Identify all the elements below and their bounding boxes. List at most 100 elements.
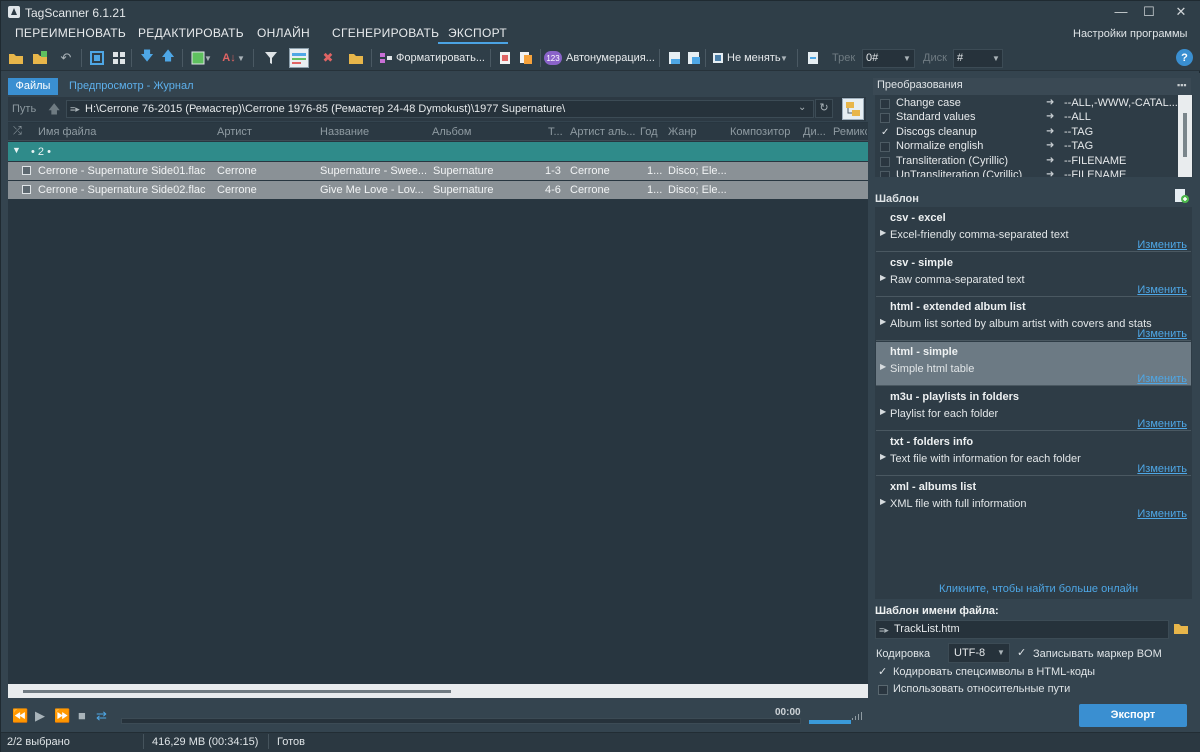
track-number-icon[interactable] [803,48,823,68]
case-icon[interactable] [495,48,515,68]
edit-template-link[interactable]: Изменить [1137,328,1187,340]
group-row[interactable] [8,142,868,161]
conversion-checkbox[interactable] [880,157,890,167]
edit-template-link[interactable]: Изменить [1137,463,1187,475]
refresh-icon[interactable]: ↻ [815,99,833,118]
template-item-selected[interactable]: html - simple ▶ Simple html table Измени… [876,342,1191,386]
column-header-artist[interactable]: Артист [217,126,252,138]
play-icon[interactable]: ▶ [35,708,45,724]
find-more-online-link[interactable]: Кликните, чтобы найти больше онлайн [939,583,1138,595]
conversion-checkbox[interactable] [880,113,890,123]
template-item[interactable]: txt - folders info ▶ Text file with info… [876,432,1191,476]
tab-rename[interactable]: ПЕРЕИМЕНОВАТЬ [15,26,126,40]
repeat-icon[interactable]: ⇄ [96,708,107,724]
browse-folder-icon[interactable] [1173,621,1189,638]
open-folder-icon[interactable] [6,48,26,68]
move-down-icon[interactable]: 🡇 [137,48,157,68]
edit-template-link[interactable]: Изменить [1137,418,1187,430]
encoding-chevron-icon[interactable]: ▼ [997,648,1005,657]
expand-arrow-icon[interactable]: ▶ [880,362,886,371]
edit-template-link[interactable]: Изменить [1137,284,1187,296]
conversion-item[interactable]: ✓ Discogs cleanup ➜ --TAG [875,126,1175,140]
column-header-filename[interactable]: Имя файла [38,126,96,138]
format-icon[interactable] [376,48,396,68]
tab-edit[interactable]: РЕДАКТИРОВАТЬ [138,26,244,40]
seek-bar[interactable] [121,718,801,724]
folder-icon[interactable] [346,48,366,68]
tab-generate[interactable]: СГЕНЕРИРОВАТЬ [332,26,439,40]
autonumber-button[interactable]: Автонумерация... [566,52,655,64]
relative-paths-checkbox-label[interactable]: Использовать относительные пути [893,683,1070,695]
expand-arrow-icon[interactable]: ▶ [880,497,886,506]
column-header-genre[interactable]: Жанр [668,126,697,138]
add-folder-icon[interactable] [30,48,50,68]
template-item[interactable]: csv - simple ▶ Raw comma-separated text … [876,253,1191,297]
expand-arrow-icon[interactable]: ▶ [880,273,886,282]
expand-arrow-icon[interactable]: ▶ [880,452,886,461]
edit-template-link[interactable]: Изменить [1137,373,1187,385]
tab-preview-log[interactable]: Предпросмотр - Журнал [69,80,194,92]
columns-icon[interactable] [289,48,309,68]
nochange-dropdown[interactable]: Не менять [727,52,781,64]
conversion-item[interactable]: Normalize english ➜ --TAG [875,140,1175,154]
copy-tags-icon[interactable] [516,48,536,68]
nochange-chevron-icon[interactable]: ▼ [778,48,790,68]
relative-paths-checkbox[interactable] [878,685,888,695]
filename-template-input[interactable]: TrackList.htm [875,620,1169,639]
bom-checkbox-label[interactable]: Записывать маркер BOM [1033,648,1162,660]
edit-template-link[interactable]: Изменить [1137,508,1187,520]
column-header-disc[interactable]: Ди... [803,126,826,138]
filter-icon[interactable] [261,48,281,68]
grid-view-icon[interactable] [109,48,129,68]
column-header-composer[interactable]: Композитор [730,126,790,138]
expand-arrow-icon[interactable]: ▶ [880,317,886,326]
template-item[interactable]: html - extended album list ▶ Album list … [876,297,1191,341]
export-button[interactable]: Экспорт [1079,704,1187,727]
path-up-icon[interactable]: 🡅 [48,100,60,121]
conversion-item[interactable]: Standard values ➜ --ALL [875,111,1175,125]
expand-arrow-icon[interactable]: ▶ [880,228,886,237]
stop-icon[interactable]: ■ [78,708,86,723]
column-header-title[interactable]: Название [320,126,369,138]
track-dropdown-icon[interactable]: ▼ [901,48,913,68]
next-icon[interactable]: ⏩ [54,708,70,724]
checkmark-icon[interactable]: ✓ [880,128,890,138]
selection-dropdown-icon[interactable]: ▼ [203,48,213,68]
undo-icon[interactable]: ↶ [56,48,76,68]
conversion-checkbox[interactable] [880,99,890,109]
remove-file-icon[interactable]: ✖ [318,48,338,68]
help-button[interactable]: ? [1176,49,1193,66]
tab-files[interactable]: Файлы [8,78,58,95]
conversion-item[interactable]: Change case ➜ --ALL,-WWW,-CATAL... [875,97,1178,111]
format-button[interactable]: Форматировать... [396,52,485,64]
autonumber-icon[interactable]: 123 [544,51,562,65]
template-item[interactable]: xml - albums list ▶ XML file with full i… [876,477,1191,521]
tag-import-icon[interactable] [665,48,685,68]
column-header-track[interactable]: Т... [548,126,563,138]
shuffle-columns-icon[interactable]: ⤮ [13,125,22,138]
html-codes-checkmark-icon[interactable]: ✓ [878,665,887,678]
disc-dropdown-icon[interactable]: ▼ [990,48,1002,68]
collapse-icon[interactable]: ▼ [12,145,21,155]
conversion-checkbox[interactable] [880,171,890,177]
scrollbar-thumb[interactable] [1183,113,1187,157]
previous-icon[interactable]: ⏪ [12,708,28,724]
nochange-icon[interactable] [708,48,728,68]
path-dropdown-icon[interactable]: ⌄ [798,102,806,113]
path-input[interactable]: H:\Cerrone 76-2015 (Ремастер)\Cerrone 19… [66,100,814,118]
column-header-album[interactable]: Альбом [432,126,471,138]
column-header-year[interactable]: Год [640,126,658,138]
template-item[interactable]: m3u - playlists in folders ▶ Playlist fo… [876,387,1191,431]
column-header-album-artist[interactable]: Артист аль... [570,126,635,138]
conversion-item[interactable]: Transliteration (Cyrillic) ➜ --FILENAME [875,155,1175,169]
move-up-icon[interactable]: 🡅 [158,48,178,68]
browse-folder-button[interactable] [842,98,864,120]
conversion-checkbox[interactable] [880,142,890,152]
tag-export-icon[interactable] [684,48,704,68]
expand-arrow-icon[interactable]: ▶ [880,407,886,416]
conversion-item[interactable]: UnTransliteration (Cyrillic) ➜ --FILENAM… [875,169,1175,177]
tab-export[interactable]: ЭКСПОРТ [448,26,507,40]
add-template-icon[interactable] [1173,188,1189,204]
select-all-icon[interactable] [87,48,107,68]
volume-slider[interactable] [809,720,851,724]
